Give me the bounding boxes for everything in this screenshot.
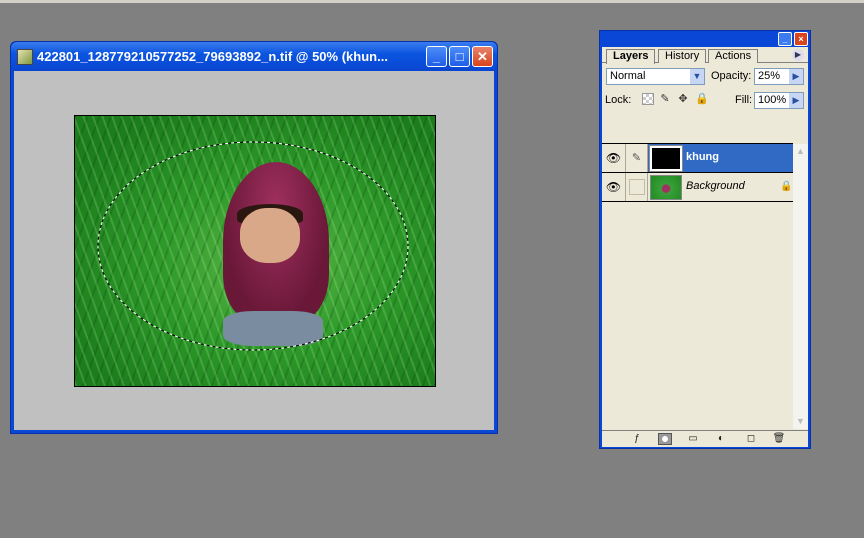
layers-list: 👁 ✎ khung 👁 Background 🔒 [602,143,793,429]
tab-layers[interactable]: Layers [606,49,656,64]
fill-value: 100% [758,94,787,106]
panel-titlebar[interactable]: _ × [600,31,810,47]
document-window[interactable]: 422801_128779210577252_79693892_n.tif @ … [10,41,498,434]
panel-minimize-button[interactable]: _ [778,32,792,46]
opacity-label: Opacity: [711,70,752,82]
canvas-area[interactable] [14,71,494,430]
fill-label: Fill: [735,94,753,106]
document-title: 422801_128779210577252_79693892_n.tif @ … [37,49,388,64]
scroll-down-icon[interactable]: ▼ [793,414,808,429]
link-slot[interactable] [626,173,648,201]
panel-tabs: Layers History Actions ▶ [602,47,808,64]
top-edge [0,0,864,3]
blend-mode-value: Normal [610,70,646,82]
fill-field[interactable]: 100% ▶ [754,92,804,109]
eye-icon[interactable]: 👁 [602,144,626,172]
opacity-value: 25% [758,70,781,82]
adjustment-layer-icon[interactable]: ◐ [714,433,728,445]
photoshop-document-icon [17,49,33,65]
close-button[interactable]: ✕ [472,46,493,67]
panel-menu-icon[interactable]: ▶ [792,49,804,61]
lock-label: Lock: [605,94,632,106]
tab-actions[interactable]: Actions [708,49,759,63]
layer-thumbnail [649,145,683,172]
trash-icon[interactable]: 🗑 [772,433,786,445]
fill-slider-arrow-icon[interactable]: ▶ [789,93,803,108]
lock-move-icon[interactable]: ✥ [677,93,689,105]
lock-icon: 🔒 [780,181,793,192]
layer-name[interactable]: khung [686,151,719,163]
lock-brush-icon[interactable]: ✎ [659,93,671,105]
lock-all-icon[interactable]: 🔒 [695,93,709,105]
lock-transparency-icon[interactable] [642,93,654,105]
document-titlebar[interactable]: 422801_128779210577252_79693892_n.tif @ … [11,42,497,71]
layer-row-background[interactable]: 👁 Background 🔒 [602,173,793,202]
brush-icon[interactable]: ✎ [626,144,648,172]
new-group-icon[interactable]: ▭ [686,433,700,445]
photo-image[interactable] [74,115,436,387]
panel-bottom-bar: ƒ ▭ ◐ ◻ 🗑 [602,430,808,447]
eye-icon[interactable]: 👁 [602,173,626,201]
panel-close-button[interactable]: × [794,32,808,46]
opacity-field[interactable]: 25% ▶ [754,68,804,85]
layers-panel[interactable]: _ × Layers History Actions ▶ Normal ▼ Op… [599,30,811,449]
elliptical-selection [97,141,409,351]
scroll-up-icon[interactable]: ▲ [793,144,808,159]
maximize-button[interactable]: □ [449,46,470,67]
layer-style-icon[interactable]: ƒ [630,433,644,445]
tab-history[interactable]: History [658,49,707,63]
opacity-slider-arrow-icon[interactable]: ▶ [789,69,803,84]
blend-mode-select[interactable]: Normal ▼ [606,68,705,85]
layer-row-khung[interactable]: 👁 ✎ khung [602,144,793,173]
layer-name[interactable]: Background [686,180,745,192]
minimize-button[interactable]: _ [426,46,447,67]
chevron-down-icon[interactable]: ▼ [690,69,704,84]
layer-thumbnail [650,175,682,200]
layer-mask-icon[interactable] [658,433,672,445]
new-layer-icon[interactable]: ◻ [744,433,758,445]
layers-scrollbar[interactable]: ▲ ▼ [793,144,808,429]
